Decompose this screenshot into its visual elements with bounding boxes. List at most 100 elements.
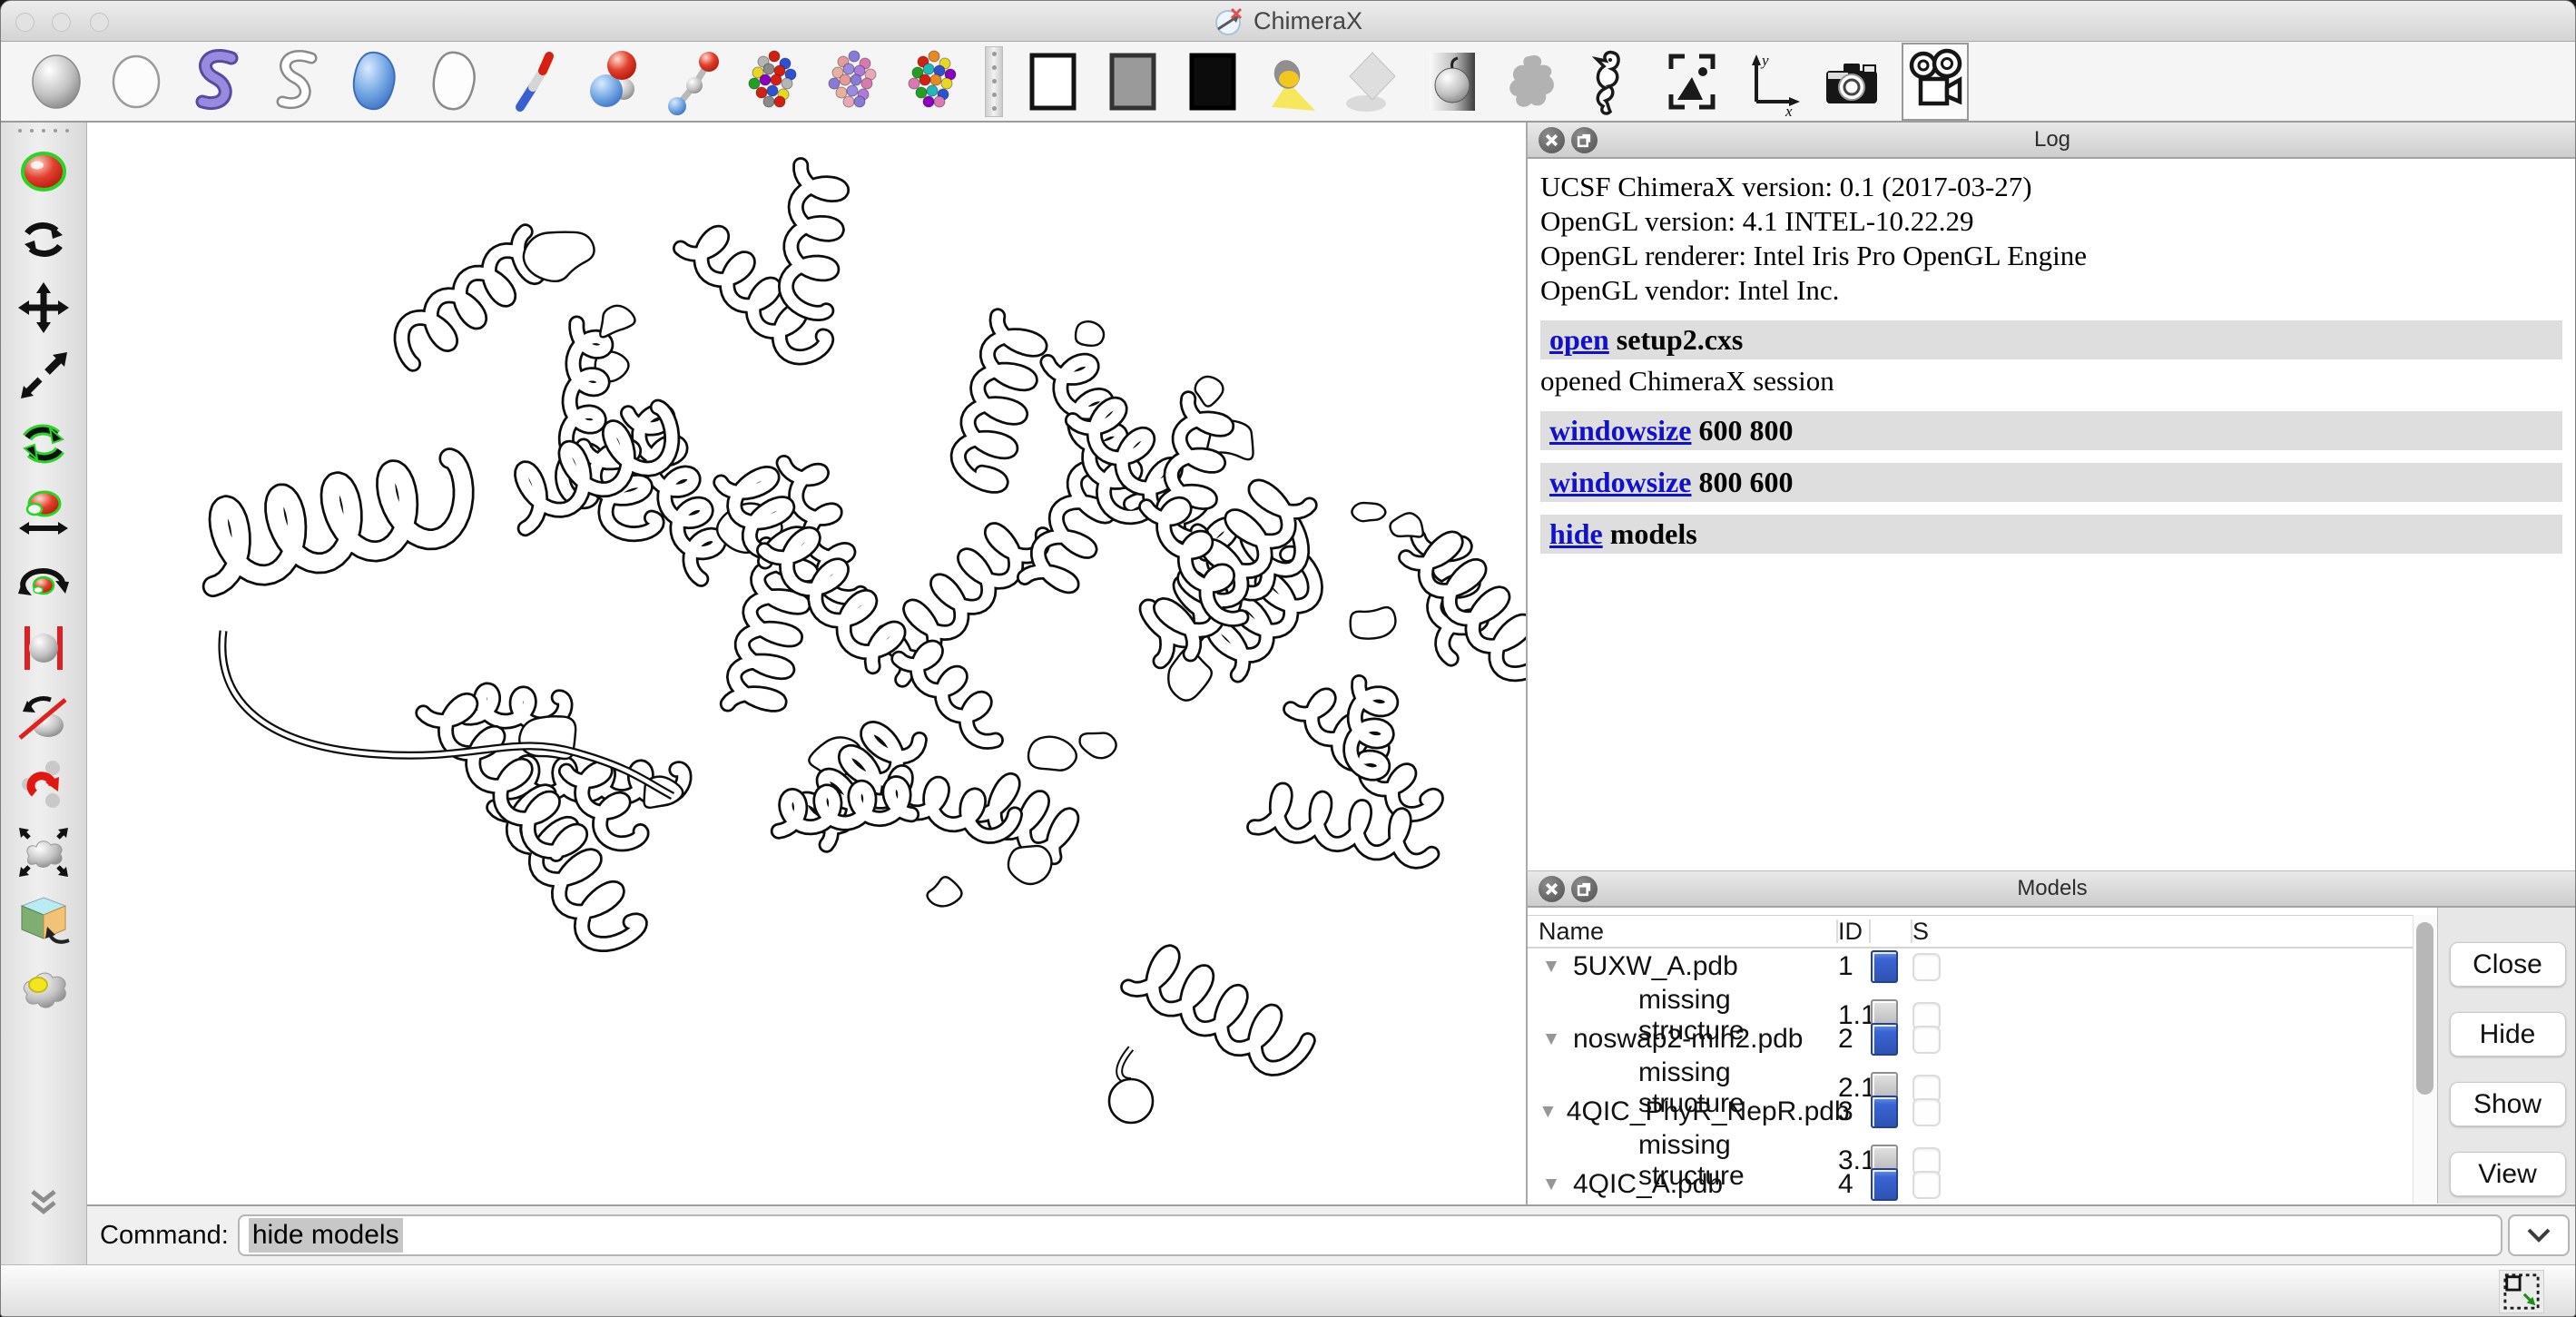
toolbar-drag-handle[interactable]	[1, 123, 86, 133]
mouse-mode-bond-rotate-button[interactable]	[15, 756, 72, 812]
log-command-link[interactable]: hide	[1549, 517, 1603, 550]
shadow-silhouette-icon	[1502, 47, 1562, 116]
mouse-mode-translate-button[interactable]	[15, 280, 72, 336]
mouse-mode-blob-zone-button[interactable]	[15, 960, 72, 1017]
sphere-style-button[interactable]	[585, 46, 645, 117]
model-color-swatch[interactable]	[1871, 1023, 1898, 1056]
column-header-shown[interactable]: S	[1912, 919, 2413, 943]
cartoon-hidden-button[interactable]	[266, 46, 326, 117]
cartoon-shown-button[interactable]	[186, 46, 246, 117]
mouse-mode-rotate-button[interactable]	[15, 211, 72, 268]
models-scrollbar[interactable]	[2413, 915, 2437, 1204]
command-history-dropdown[interactable]	[2508, 1214, 2570, 1256]
column-header-color[interactable]	[1871, 919, 1912, 943]
mouse-mode-zoom-button[interactable]	[15, 348, 72, 404]
close-models-button[interactable]: Close	[2450, 942, 2566, 987]
model-row[interactable]: missing structure3.1	[1528, 1130, 2413, 1166]
models-panel: Models Name ID S ▼5UXW_A.pdb1missing str…	[1526, 870, 2576, 1204]
hide-models-button[interactable]: Hide	[2450, 1012, 2566, 1057]
collapse-toolbar-button[interactable]	[28, 1189, 59, 1221]
models-buttons: Close Hide Show View	[2437, 908, 2576, 1204]
soft-lighting-button[interactable]	[1342, 46, 1402, 117]
view-models-button[interactable]: View	[2450, 1152, 2566, 1196]
surface-hidden-button[interactable]	[426, 46, 486, 117]
window-titlebar[interactable]: ChimeraX	[1, 1, 2575, 42]
bond-rotate-icon	[16, 757, 71, 811]
mouse-mode-clip-rotate-button[interactable]	[15, 688, 72, 744]
expander-triangle-icon[interactable]: ▼	[1539, 956, 1564, 978]
expander-triangle-icon[interactable]: ▼	[1539, 1174, 1564, 1195]
black-background-icon	[1183, 47, 1243, 116]
model-color-swatch[interactable]	[1871, 950, 1898, 983]
model-row[interactable]: ▼noswap2-min2.pdb2	[1528, 1021, 2413, 1057]
rotate-icon	[16, 212, 71, 267]
expander-triangle-icon[interactable]: ▼	[1539, 1028, 1564, 1050]
model-row[interactable]: missing structure1.1	[1528, 985, 2413, 1021]
color-by-element-button[interactable]	[745, 46, 805, 117]
model-color-swatch[interactable]	[1871, 1096, 1898, 1128]
log-text-line: OpenGL vendor: Intel Inc.	[1540, 273, 2576, 308]
graphics-canvas[interactable]	[87, 123, 1526, 1204]
full-lighting-button[interactable]	[1422, 46, 1482, 117]
status-bar	[1, 1264, 2575, 1316]
color-by-chain-button[interactable]	[825, 46, 885, 117]
log-text-line: opened ChimeraX session	[1540, 364, 2576, 398]
chimerax-window: ChimeraX yx Log UCSF ChimeraX version: 0…	[0, 0, 2576, 1317]
model-shown-checkbox[interactable]	[1912, 1171, 1941, 1199]
atoms-hidden-button[interactable]	[106, 46, 166, 117]
log-command-row: windowsize 600 800	[1540, 411, 2562, 450]
model-shown-checkbox[interactable]	[1912, 1098, 1941, 1126]
scrollbar-thumb[interactable]	[2416, 922, 2433, 1095]
command-label: Command:	[100, 1221, 229, 1251]
stick-style-button[interactable]	[506, 46, 565, 117]
mouse-mode-move-planes-button[interactable]	[15, 892, 72, 948]
black-background-button[interactable]	[1183, 46, 1243, 117]
ball-stick-style-button[interactable]	[665, 46, 725, 117]
model-id: 2	[1838, 1024, 1871, 1055]
show-models-button[interactable]: Show	[2450, 1082, 2566, 1126]
mouse-mode-clip-button[interactable]	[15, 620, 72, 676]
model-color-swatch[interactable]	[1871, 1168, 1898, 1201]
snapshot-button[interactable]	[1822, 46, 1882, 117]
window-title: ChimeraX	[1254, 7, 1362, 35]
atoms-shown-button[interactable]	[26, 46, 86, 117]
model-row[interactable]: ▼4QIC_PhyR_NepR.pdb3	[1528, 1094, 2413, 1130]
window-resize-button[interactable]	[2499, 1270, 2544, 1313]
log-command-link[interactable]: open	[1549, 323, 1609, 356]
view-all-button[interactable]	[1662, 46, 1722, 117]
log-command-link[interactable]: windowsize	[1549, 466, 1691, 498]
model-shown-checkbox[interactable]	[1912, 953, 1941, 981]
shadow-silhouette-button[interactable]	[1502, 46, 1562, 117]
white-background-button[interactable]	[1023, 46, 1083, 117]
model-row[interactable]: ▼4QIC_A.pdb4	[1528, 1166, 2413, 1203]
log-panel: Log UCSF ChimeraX version: 0.1 (2017-03-…	[1526, 123, 2576, 870]
rotate-about-icon	[16, 553, 71, 607]
zoom-icon	[16, 349, 71, 403]
color-rainbow-button[interactable]	[905, 46, 965, 117]
model-row[interactable]: ▼5UXW_A.pdb1	[1528, 948, 2413, 985]
log-command-row: open setup2.cxs	[1540, 320, 2562, 359]
surface-shown-button[interactable]	[346, 46, 406, 117]
spin-movie-button[interactable]	[1902, 43, 1969, 121]
expander-triangle-icon[interactable]: ▼	[1539, 1101, 1558, 1123]
command-input[interactable]: hide models	[238, 1214, 2502, 1256]
column-header-id[interactable]: ID	[1838, 919, 1871, 943]
mouse-mode-contour-level-button[interactable]	[15, 824, 72, 880]
log-command-link[interactable]: windowsize	[1549, 414, 1691, 447]
rotate-selected-icon	[16, 417, 71, 471]
simple-lighting-button[interactable]	[1263, 46, 1322, 117]
mouse-mode-translate-selected-button[interactable]	[15, 484, 72, 540]
mouse-mode-rotate-selected-button[interactable]	[15, 416, 72, 472]
model-name: 4QIC_PhyR_NepR.pdb	[1567, 1096, 1850, 1127]
model-shown-checkbox[interactable]	[1912, 1026, 1941, 1054]
orient-axes-button[interactable]: yx	[1742, 46, 1802, 117]
model-row[interactable]: missing structure2.1	[1528, 1057, 2413, 1094]
white-background-icon	[1023, 47, 1083, 116]
mouse-mode-rotate-about-button[interactable]	[15, 552, 72, 608]
style-toolbar: yx	[1, 42, 2575, 123]
gray-background-button[interactable]	[1103, 46, 1163, 117]
mouse-mode-select-button[interactable]	[15, 143, 72, 200]
clip-rotate-icon	[16, 689, 71, 743]
column-header-name[interactable]: Name	[1539, 919, 1838, 943]
seahorse-button[interactable]	[1582, 46, 1642, 117]
